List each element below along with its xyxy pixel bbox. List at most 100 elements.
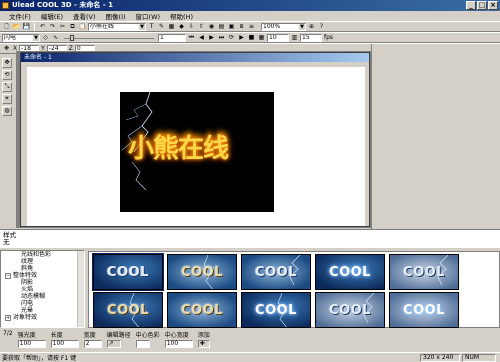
tree-item[interactable]: 闪电 — [1, 300, 84, 307]
tree-item[interactable]: + 对象特效 — [1, 314, 84, 321]
frame-input[interactable]: 1 — [158, 33, 186, 42]
undo-icon[interactable]: ↶ — [38, 23, 47, 31]
length-input[interactable]: 100 — [50, 340, 79, 348]
effect-thumbnail[interactable]: COOL — [167, 292, 237, 328]
render-preview[interactable]: 小熊在线 — [120, 92, 274, 212]
add-effect-icon[interactable]: ✚ — [197, 340, 210, 348]
object-tools: ✥ ⟲ ⤡ ☀ ◍ — [0, 56, 14, 241]
tree-item-label: 光晕 — [21, 307, 34, 314]
resize-tool-icon[interactable]: ⤡ — [2, 82, 12, 92]
tree-item[interactable]: 动态模糊 — [1, 293, 84, 300]
menu-window[interactable]: 窗口(W) — [131, 11, 166, 21]
frame-total-input[interactable]: 10 — [267, 33, 289, 42]
chevron-down-icon: ▼ — [299, 23, 305, 30]
menu-image[interactable]: 图像(I) — [101, 11, 131, 21]
bevel-tool-icon[interactable]: ◍ — [2, 106, 12, 116]
tree-item[interactable]: 火焰 — [1, 286, 84, 293]
rotate-tool-icon[interactable]: ⟲ — [2, 70, 12, 80]
edit-text-icon[interactable]: ✎ — [157, 23, 166, 31]
minimize-button[interactable]: _ — [466, 1, 476, 10]
effect-thumbnail[interactable]: COOL — [241, 254, 311, 290]
width-group: 宽度 2 — [83, 330, 102, 348]
chevron-down-icon: ▼ — [139, 23, 145, 30]
effect-thumbnail[interactable]: COOL — [92, 253, 164, 291]
move-object-icon[interactable]: ✥ — [2, 45, 11, 53]
play-icon[interactable]: ▶ — [237, 34, 246, 42]
export-icon[interactable]: ⇧ — [197, 23, 206, 31]
effect-thumbnail[interactable]: COOL — [241, 292, 311, 328]
menu-file[interactable]: 文件(F) — [4, 11, 36, 21]
tree-item[interactable]: 阴影 — [1, 279, 84, 286]
effect-thumbnail[interactable]: COOL — [167, 254, 237, 290]
length-group: 长度 100 — [50, 330, 79, 348]
effect-thumbnail[interactable]: COOL — [389, 254, 459, 290]
tree-expander-icon[interactable]: − — [5, 273, 11, 279]
tree-scrollbar[interactable] — [77, 251, 84, 327]
fire-text: 小熊在线 — [128, 134, 229, 164]
edit-path-button[interactable]: ↗ — [106, 340, 121, 348]
effect-combo[interactable]: 闪电 ▼ — [2, 33, 40, 42]
tree-item[interactable]: − 整体特效 — [1, 272, 84, 279]
loop-icon[interactable]: ⟳ — [227, 34, 236, 42]
tween-icon[interactable]: ∿ — [51, 34, 60, 42]
menu-edit[interactable]: 编辑(E) — [36, 11, 68, 21]
effect-thumbnail[interactable]: COOL — [315, 254, 385, 290]
timeline-thumb[interactable] — [70, 34, 74, 41]
menu-view[interactable]: 查看(V) — [68, 11, 101, 21]
width-input[interactable]: 2 — [83, 340, 102, 348]
insert-graphic-icon[interactable]: ▦ — [167, 23, 176, 31]
stop-icon[interactable]: ■ — [247, 34, 256, 42]
save-icon[interactable]: 💾 — [22, 23, 31, 31]
help-pointer-icon[interactable]: ? — [317, 23, 326, 31]
copy-icon[interactable]: ⧉ — [68, 23, 77, 31]
move-tool-icon[interactable]: ✥ — [2, 58, 12, 68]
prev-frame-icon[interactable]: ◀ — [197, 34, 206, 42]
cut-icon[interactable]: ✂ — [58, 23, 67, 31]
insert-shape-icon[interactable]: ◆ — [177, 23, 186, 31]
title-bar: Ulead COOL 3D - 未命名 - 1 — [0, 0, 500, 11]
new-file-icon[interactable]: 🗋 — [2, 23, 11, 31]
effect-thumbnail[interactable]: COOL — [315, 292, 385, 328]
group-icon[interactable]: ⧈ — [237, 23, 246, 31]
center-color-swatch[interactable] — [135, 340, 150, 348]
insert-text-icon[interactable]: T — [147, 23, 156, 31]
fps-input[interactable]: 15 — [300, 33, 322, 42]
tree-item[interactable]: 纹理 — [1, 258, 84, 265]
lightning-decoration — [437, 255, 449, 286]
last-frame-icon[interactable]: ⏭ — [217, 34, 226, 42]
camera-icon[interactable]: ◉ — [207, 23, 216, 31]
open-file-icon[interactable]: 📂 — [12, 23, 21, 31]
tree-item[interactable]: 光线和色彩 — [1, 251, 84, 258]
zoom-in-icon[interactable]: ⊕ — [307, 23, 316, 31]
tree-item-label: 斜角 — [21, 265, 34, 272]
tree-expander-icon[interactable]: + — [5, 315, 11, 321]
lightning-decoration — [289, 255, 301, 286]
lightning-decoration — [129, 293, 139, 327]
brightness-input[interactable]: 100 — [17, 340, 46, 348]
lightning-decoration — [316, 255, 385, 290]
tree-item[interactable]: 斜角 — [1, 265, 84, 272]
import-icon[interactable]: ⇩ — [187, 23, 196, 31]
redo-icon[interactable]: ↷ — [48, 23, 57, 31]
menu-help[interactable]: 帮助(H) — [165, 11, 198, 21]
align-icon[interactable]: ≡ — [247, 23, 256, 31]
center-width-input[interactable]: 100 — [164, 340, 193, 348]
maximize-button[interactable]: □ — [477, 1, 487, 10]
tree-item-label: 纹理 — [21, 258, 34, 265]
key-frame-icon[interactable]: ◇ — [41, 34, 50, 42]
effect-thumbnail[interactable]: COOL — [389, 292, 459, 328]
status-size: 320 x 240 — [420, 354, 460, 362]
light-tool-icon[interactable]: ☀ — [2, 94, 12, 104]
next-frame-icon[interactable]: ▶ — [207, 34, 216, 42]
tree-item[interactable]: 光晕 — [1, 307, 84, 314]
image-icon[interactable]: ▣ — [227, 23, 236, 31]
text-object-combo[interactable]: 小熊在线 ▼ — [88, 22, 146, 31]
grid-icon[interactable]: ▤ — [217, 23, 226, 31]
timeline-slider[interactable] — [64, 34, 154, 41]
effect-thumbnail[interactable]: COOL — [93, 292, 163, 328]
tree-item-label: 阴影 — [21, 279, 34, 286]
close-button[interactable]: × — [488, 1, 498, 10]
zoom-combo[interactable]: 100% ▼ — [261, 22, 306, 31]
first-frame-icon[interactable]: ⏮ — [187, 34, 196, 42]
paste-icon[interactable]: 📋 — [78, 23, 87, 31]
